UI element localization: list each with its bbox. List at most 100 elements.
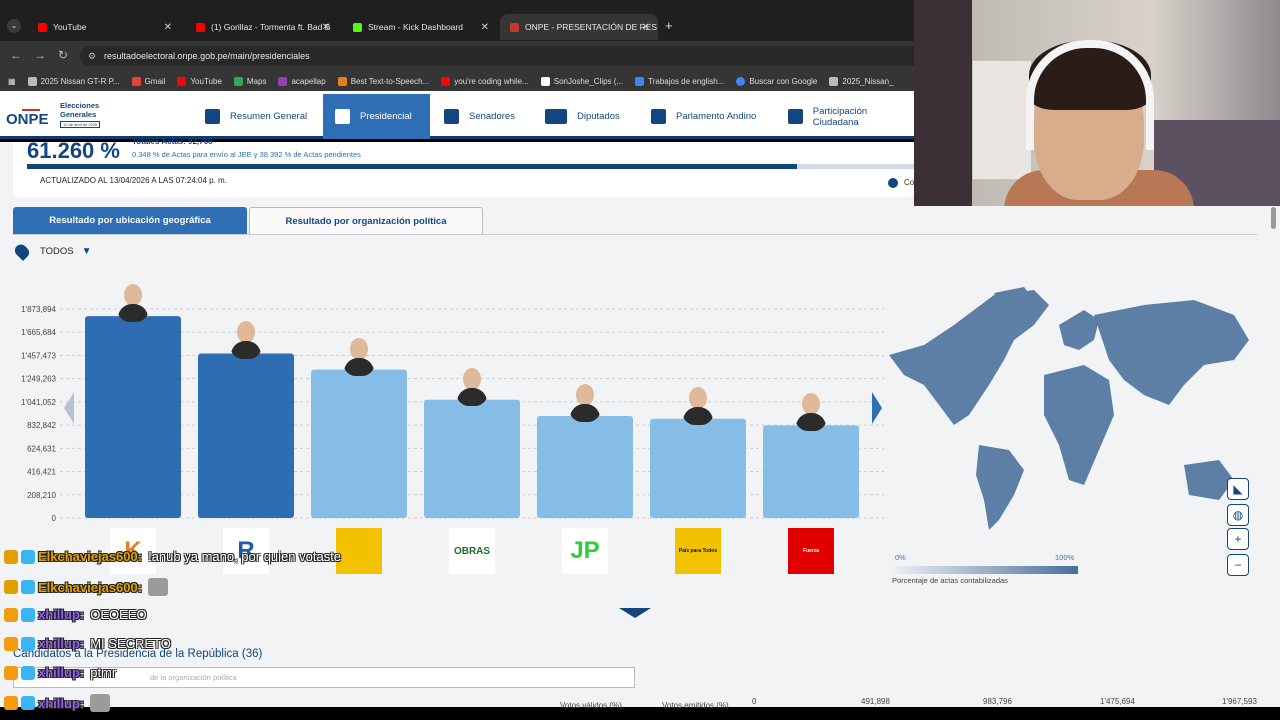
y-tick-label: 1'041,052 — [21, 398, 56, 407]
badge-icon — [21, 636, 35, 651]
badge-icon — [21, 607, 35, 622]
photo-head — [802, 393, 820, 416]
badge-icon — [21, 696, 35, 710]
axis-tick: 983,796 — [983, 697, 1012, 706]
globe-icon[interactable]: ◍ — [1227, 504, 1249, 526]
y-tick-label: 0 — [52, 514, 57, 523]
bar-candidate-2[interactable] — [198, 353, 294, 518]
chat-text: ptmr — [90, 665, 117, 680]
party-logo[interactable]: Fuerza — [788, 528, 834, 574]
party-name: OBRAS — [453, 545, 491, 557]
zoom-out-icon[interactable]: − — [1227, 554, 1249, 576]
chat-message: xhillup: ptmr — [4, 665, 116, 680]
y-tick-label: 1'249,263 — [21, 375, 56, 384]
badge-icon — [21, 580, 35, 594]
axis-tick: 0 — [752, 697, 757, 706]
photo-head — [350, 337, 368, 360]
chat-username: xhillup: — [38, 665, 85, 680]
party-logo[interactable]: JP — [562, 528, 608, 574]
chat-message: xhillup: OEOEEO — [4, 607, 147, 622]
bar-candidate-7[interactable] — [763, 425, 859, 518]
candidate-photo — [794, 389, 828, 432]
photo-body — [457, 387, 487, 406]
peru-icon[interactable]: ◣ — [1227, 478, 1249, 500]
party-logo[interactable]: País para Todos — [675, 528, 721, 574]
photo-body — [796, 413, 826, 432]
y-tick-label: 1'457,473 — [21, 351, 56, 360]
chat-username: Elkchaviejas600: — [38, 579, 143, 595]
y-tick-label: 1'665,684 — [21, 328, 56, 337]
candidate-photo — [116, 280, 150, 323]
asia — [1094, 300, 1249, 405]
map-scale-bar — [892, 566, 1078, 574]
scrollbar-thumb[interactable] — [1271, 207, 1276, 229]
candidate-photo — [681, 383, 715, 425]
bar-candidate-6[interactable] — [650, 418, 746, 518]
candidate-photo — [568, 380, 602, 422]
badge-icon — [4, 696, 18, 710]
map-scale-caption: Porcentaje de actas contabilizadas — [892, 576, 1008, 585]
party-name: País para Todos — [678, 548, 718, 554]
webcam-shelf — [972, 60, 1032, 180]
south-america — [976, 445, 1024, 530]
photo-body — [118, 304, 148, 323]
photo-head — [463, 367, 481, 390]
webcam-overlay — [914, 0, 1280, 206]
party-name: Fuerza — [802, 548, 820, 554]
europe — [1059, 310, 1099, 350]
chat-text: OEOEEO — [90, 607, 147, 622]
chat-message: Elkchaviejas600: !anub ya mano, por quien… — [4, 549, 341, 564]
col-emitted-votes[interactable]: Votos emitidos (%) — [662, 701, 729, 710]
candidate-photo — [342, 334, 376, 376]
chart-next-arrow[interactable] — [872, 392, 882, 424]
col-valid-votes[interactable]: Votos válidos (%) — [560, 701, 622, 710]
bar-candidate-3[interactable] — [311, 369, 407, 518]
badge-icon — [4, 636, 18, 651]
chart-prev-arrow[interactable] — [64, 392, 74, 424]
photo-head — [237, 321, 255, 344]
party-logo[interactable]: OBRAS — [449, 528, 495, 574]
chat-text: !anub ya mano, por quien votaste — [148, 549, 342, 564]
candidate-photo — [455, 364, 489, 406]
continents — [889, 287, 1249, 530]
photo-body — [344, 357, 374, 376]
y-tick-label: 832,842 — [27, 421, 56, 430]
photo-body — [570, 403, 600, 422]
badge-icon — [21, 665, 35, 680]
y-tick-label: 208,210 — [27, 491, 56, 500]
emote-icon — [90, 694, 111, 712]
chat-username: Elkchaviejas600: — [38, 549, 143, 564]
headset-icon — [1026, 40, 1154, 150]
chat-username: xhillup: — [38, 607, 85, 622]
badge-icon — [4, 549, 18, 564]
photo-head — [689, 386, 707, 409]
africa — [1044, 365, 1114, 485]
bar-candidate-4[interactable] — [424, 399, 520, 518]
axis-tick: 1'475,694 — [1100, 697, 1135, 706]
bar-candidate-1[interactable] — [85, 316, 181, 518]
party-name: JP — [570, 537, 600, 564]
badge-icon — [4, 580, 18, 594]
zoom-in-icon[interactable]: + — [1227, 528, 1249, 550]
chat-message: Elkchaviejas600: — [4, 578, 169, 596]
chat-username: xhillup: — [38, 695, 85, 711]
emote-icon — [148, 578, 169, 596]
badge-icon — [4, 665, 18, 680]
y-tick-label: 416,421 — [27, 468, 56, 477]
photo-body — [231, 341, 261, 360]
party-logo[interactable] — [336, 528, 382, 574]
webcam-door — [914, 0, 972, 206]
axis-tick: 491,898 — [861, 697, 890, 706]
chat-text: MI SECRETO — [90, 636, 171, 651]
bar-candidate-5[interactable] — [537, 415, 633, 518]
north-america — [889, 290, 1049, 425]
y-tick-label: 1'873,894 — [21, 305, 56, 314]
expand-icon[interactable] — [619, 608, 651, 618]
world-map[interactable] — [884, 285, 1256, 535]
chat-username: xhillup: — [38, 636, 85, 651]
axis-tick: 1'967,593 — [1222, 697, 1257, 706]
badge-icon — [21, 549, 35, 564]
badge-icon — [4, 607, 18, 622]
photo-head — [576, 383, 594, 406]
chat-message: xhillup: — [4, 694, 111, 712]
